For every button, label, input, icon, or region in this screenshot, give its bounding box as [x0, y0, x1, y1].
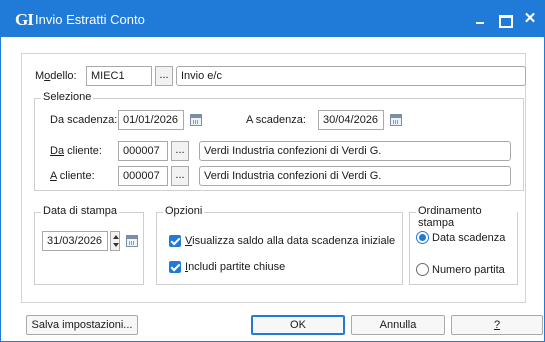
a-cliente-lookup-button[interactable]: ... — [171, 166, 189, 186]
opzioni-title: Opzioni — [163, 205, 205, 217]
calendar-icon[interactable] — [390, 114, 402, 126]
data-stampa-title: Data di stampa — [41, 205, 119, 217]
date-spinner[interactable] — [110, 231, 120, 251]
data-scadenza-radio[interactable] — [416, 231, 429, 244]
da-cliente-lookup-button[interactable]: ... — [171, 141, 189, 161]
maximize-button[interactable] — [493, 9, 515, 29]
close-button[interactable]: ✕ — [519, 9, 541, 29]
numero-partita-radio[interactable] — [416, 263, 429, 276]
data-scadenza-radio-label[interactable]: Data scadenza — [432, 232, 505, 244]
title-bar[interactable]: GI Invio Estratti Conto ✕ — [1, 1, 544, 37]
includi-partite-checkbox[interactable] — [169, 261, 181, 273]
save-settings-button[interactable]: Salva impostazioni... — [26, 315, 138, 335]
opzioni-group: Opzioni Visualizza saldo alla data scade… — [156, 205, 403, 285]
includi-partite-label[interactable]: Includi partite chiuse — [185, 261, 285, 273]
da-scadenza-input[interactable]: 01/01/2026 — [118, 110, 184, 130]
modello-code-field[interactable]: MIEC1 — [86, 66, 152, 86]
a-cliente-label: A cliente: — [50, 170, 95, 182]
selezione-group: Selezione Da scadenza: 01/01/2026 A scad… — [34, 91, 524, 191]
modello-lookup-button[interactable]: ... — [155, 66, 173, 86]
da-cliente-code-field[interactable]: 000007 — [118, 141, 168, 161]
visualizza-saldo-label[interactable]: Visualizza saldo alla data scadenza iniz… — [185, 235, 395, 247]
a-cliente-code-field[interactable]: 000007 — [118, 166, 168, 186]
a-cliente-name-field[interactable]: Verdi Industria confezioni di Verdi G. — [199, 166, 511, 186]
calendar-icon[interactable] — [126, 235, 138, 247]
da-scadenza-label: Da scadenza: — [50, 114, 118, 126]
da-cliente-name-field[interactable]: Verdi Industria confezioni di Verdi G. — [199, 141, 511, 161]
dialog-window: GI Invio Estratti Conto ✕ Modello: MIEC1… — [0, 0, 545, 342]
ordinamento-group: Ordinamento stampa Data scadenza Numero … — [409, 205, 518, 285]
selezione-title: Selezione — [41, 91, 94, 103]
calendar-icon[interactable] — [190, 114, 202, 126]
ordinamento-title: Ordinamento stampa — [416, 205, 517, 229]
data-stampa-group: Data di stampa 31/03/2026 — [34, 205, 144, 285]
a-scadenza-label: A scadenza: — [246, 114, 306, 126]
ok-button[interactable]: OK — [251, 315, 345, 335]
modello-label: Modello: — [35, 70, 77, 82]
modello-description-field[interactable]: Invio e/c — [176, 66, 526, 86]
visualizza-saldo-checkbox[interactable] — [169, 235, 181, 247]
a-scadenza-input[interactable]: 30/04/2026 — [318, 110, 384, 130]
da-cliente-label: Da cliente: — [50, 145, 102, 157]
help-button[interactable]: ? — [451, 315, 543, 335]
numero-partita-radio-label[interactable]: Numero partita — [432, 264, 505, 276]
minimize-button[interactable] — [469, 9, 491, 29]
data-stampa-input[interactable]: 31/03/2026 — [42, 231, 108, 251]
main-panel: Modello: MIEC1 ... Invio e/c Selezione D… — [21, 53, 526, 303]
cancel-button[interactable]: Annulla — [351, 315, 445, 335]
window-title: Invio Estratti Conto — [35, 12, 145, 27]
app-logo-icon: GI — [15, 10, 34, 29]
